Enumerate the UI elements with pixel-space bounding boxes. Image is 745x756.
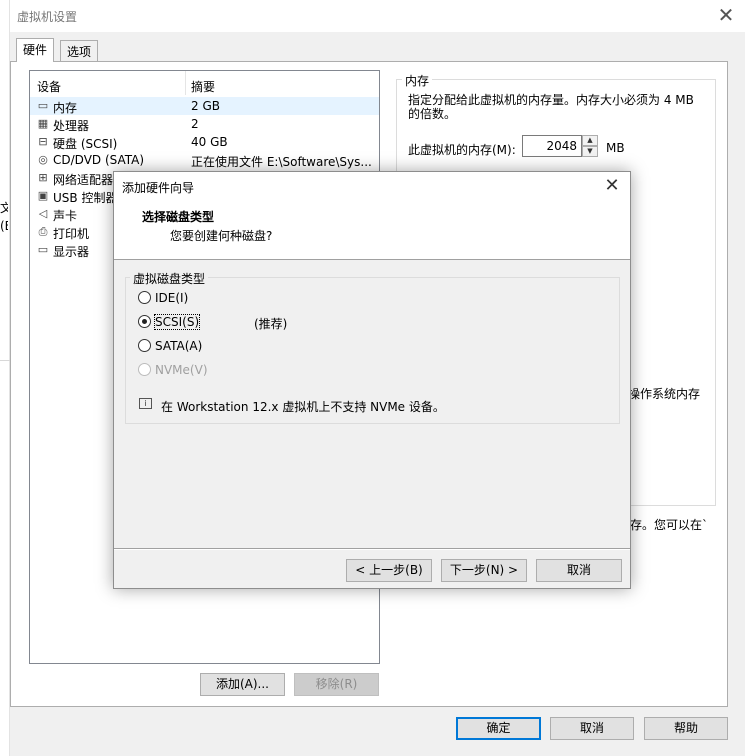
cd-dvd-icon: ◎: [38, 153, 48, 166]
wizard-subheading: 您要创建何种磁盘?: [170, 229, 273, 243]
device-row-processor[interactable]: ▦ 处理器 2: [30, 115, 379, 133]
device-row-memory[interactable]: ▭ 内存 2 GB: [30, 97, 379, 115]
wizard-heading: 选择磁盘类型: [142, 210, 215, 224]
back-button[interactable]: < 上一步(B): [346, 559, 432, 582]
column-separator: [185, 71, 186, 95]
device-name: 打印机: [53, 227, 90, 241]
title-bar: 虚拟机设置 ✕: [10, 0, 745, 32]
device-summary: 2 GB: [191, 99, 220, 113]
add-button[interactable]: 添加(A)...: [200, 673, 285, 696]
spin-up-icon[interactable]: ▲: [582, 135, 598, 146]
disk-type-group-legend: 虚拟磁盘类型: [130, 270, 209, 287]
radio-label: SCSI(S): [153, 314, 201, 330]
cancel-button[interactable]: 取消: [550, 717, 634, 740]
memory-description: 指定分配给此虚拟机的内存量。内存大小必须为 4 MB 的倍数。: [408, 93, 694, 121]
close-icon[interactable]: ✕: [711, 2, 741, 30]
background-window-edge: [0, 0, 10, 756]
usb-controller-icon: ▣: [37, 189, 49, 202]
memory-group-legend: 内存: [402, 72, 433, 89]
radio-button[interactable]: [138, 339, 151, 352]
wizard-title-bar: 添加硬件向导 ✕: [114, 172, 630, 200]
device-list-header: 设备 摘要: [30, 71, 379, 95]
memory-icon: ▭: [37, 99, 49, 112]
wizard-title: 添加硬件向导: [122, 181, 195, 195]
next-button[interactable]: 下一步(N) >: [441, 559, 527, 582]
info-icon: i: [139, 398, 152, 409]
hard-disk-icon: ⊟: [38, 135, 48, 148]
memory-hint-fragment: 存。您可以在`: [630, 518, 709, 532]
radio-button[interactable]: [138, 291, 151, 304]
tab-hardware[interactable]: 硬件: [16, 38, 55, 62]
device-name: 处理器: [53, 119, 90, 133]
memory-hint-fragment: 操作系统内存: [628, 387, 701, 401]
device-summary: 正在使用文件 E:\Software\Sys...: [191, 155, 372, 169]
background-text-fragment: (E: [0, 219, 8, 233]
wizard-cancel-button[interactable]: 取消: [536, 559, 622, 582]
ok-button[interactable]: 确定: [456, 717, 541, 740]
device-summary: 40 GB: [191, 135, 228, 149]
close-icon[interactable]: ✕: [600, 173, 624, 199]
memory-unit: MB: [606, 141, 625, 155]
device-name: CD/DVD (SATA): [53, 153, 145, 167]
device-summary: 2: [191, 117, 199, 131]
device-name: 网络适配器: [53, 173, 114, 187]
column-header-device[interactable]: 设备: [37, 78, 61, 95]
processor-icon: ▦: [37, 117, 49, 130]
device-name: 内存: [53, 101, 78, 115]
help-button[interactable]: 帮助: [644, 717, 728, 740]
nvme-info-text: 在 Workstation 12.x 虚拟机上不支持 NVMe 设备。: [161, 400, 445, 414]
device-name: 显示器: [53, 245, 90, 259]
device-row-hard-disk[interactable]: ⊟ 硬盘 (SCSI) 40 GB: [30, 133, 379, 151]
device-name: 硬盘 (SCSI): [53, 137, 118, 151]
column-header-summary[interactable]: 摘要: [191, 78, 215, 95]
radio-button: [138, 363, 151, 376]
remove-button[interactable]: 移除(R): [294, 673, 379, 696]
network-adapter-icon: ⊞: [38, 171, 48, 184]
background-text-fragment: 文: [0, 201, 8, 215]
radio-label: SATA(A): [155, 339, 203, 353]
window-title: 虚拟机设置: [17, 10, 78, 24]
wizard-header: 选择磁盘类型 您要创建何种磁盘?: [114, 200, 630, 260]
radio-label: IDE(I): [155, 291, 189, 305]
tab-options[interactable]: 选项: [60, 40, 99, 61]
add-hardware-wizard: 添加硬件向导 ✕ 选择磁盘类型 您要创建何种磁盘? 虚拟磁盘类型 IDE(I) …: [113, 171, 631, 589]
device-row-cd-dvd[interactable]: ◎ CD/DVD (SATA) 正在使用文件 E:\Software\Sys..…: [30, 151, 379, 169]
wizard-divider-highlight: [114, 549, 630, 550]
spin-down-icon[interactable]: ▼: [582, 146, 598, 157]
sound-card-icon: ◁: [38, 207, 48, 220]
radio-button[interactable]: [138, 315, 151, 328]
printer-icon: ⎙: [38, 225, 48, 238]
display-icon: ▭: [37, 243, 49, 256]
device-name: 声卡: [53, 209, 78, 223]
background-divider: [0, 360, 10, 361]
device-name: USB 控制器: [53, 191, 118, 205]
recommended-note: (推荐): [254, 317, 288, 331]
radio-label: NVMe(V): [155, 363, 208, 377]
memory-size-input[interactable]: 2048: [522, 135, 582, 157]
memory-size-label: 此虚拟机的内存(M):: [408, 143, 516, 157]
